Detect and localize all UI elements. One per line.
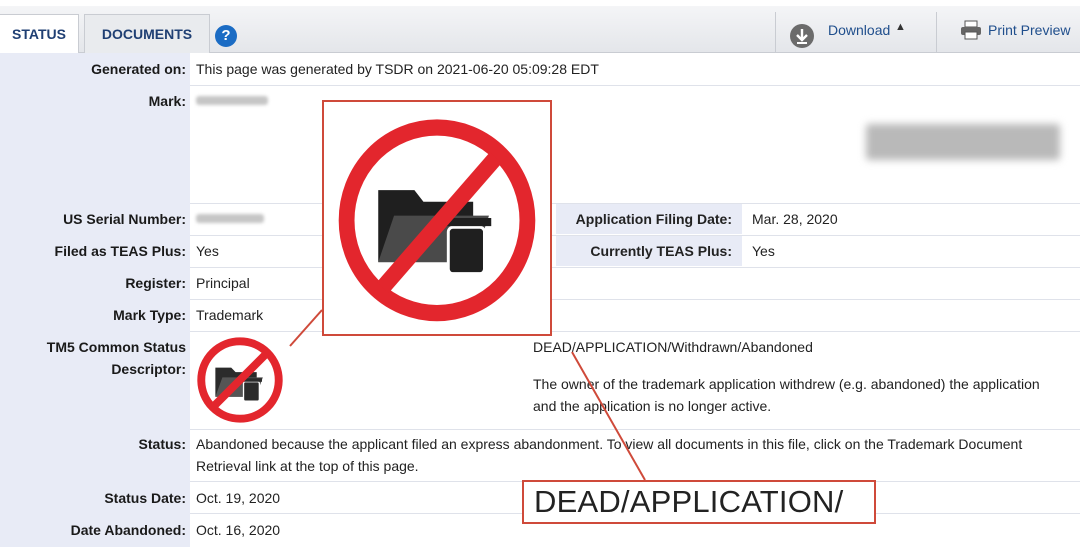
callout-zoom-icon <box>322 100 552 336</box>
no-folder-trash-icon <box>338 119 536 322</box>
callout-status-text: DEAD/APPLICATION/ <box>522 480 876 524</box>
